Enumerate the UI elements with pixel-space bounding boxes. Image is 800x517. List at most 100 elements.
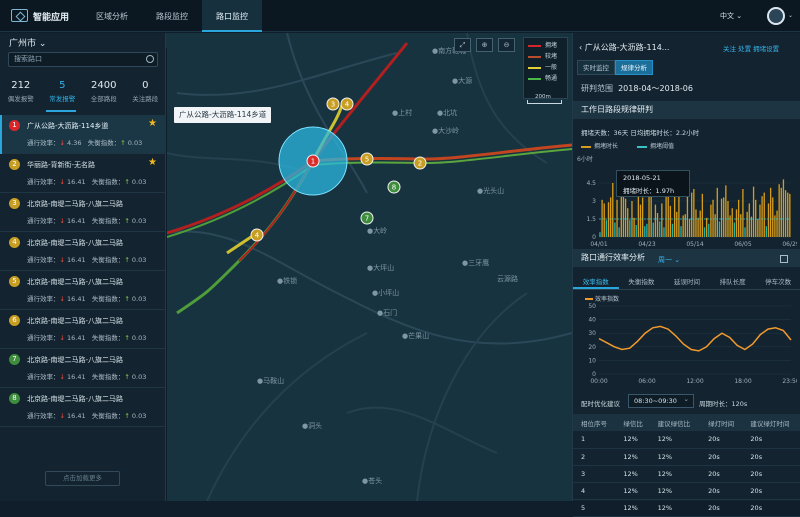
map-place-label: ●大岭 <box>367 226 387 235</box>
bar <box>701 193 704 237</box>
bar <box>723 197 725 237</box>
map-marker-5[interactable]: 5 <box>360 152 374 166</box>
bar <box>667 191 669 237</box>
bar <box>780 187 782 237</box>
bar <box>663 227 665 237</box>
tab-pattern[interactable]: 规律分析 <box>615 60 653 75</box>
weekday-select[interactable]: 周一 ⌄ <box>658 255 680 265</box>
tab-delay[interactable]: 延误时间 <box>664 274 710 289</box>
tab-efficiency[interactable]: 效率指数 <box>573 274 619 289</box>
map-place-label: 云源路 <box>497 274 518 283</box>
tab-queue[interactable]: 排队长度 <box>710 274 756 289</box>
map-marker-4[interactable]: 4 <box>340 97 354 111</box>
legend-label: 较堵 <box>545 53 558 60</box>
bar <box>659 221 661 237</box>
bar <box>688 219 691 237</box>
nav-intersection-monitor[interactable]: 路口监控 <box>202 0 262 32</box>
imbalance-label: 失衡指数： <box>87 139 121 147</box>
bar <box>680 226 682 237</box>
bar <box>678 195 680 237</box>
tab-imbalance[interactable]: 失衡指数 <box>619 274 665 289</box>
table-cell: 12% <box>615 482 650 500</box>
favorite-star-icon[interactable]: ★ <box>148 157 157 168</box>
bar <box>650 196 652 237</box>
stat-label: 偶发报警 <box>7 95 34 103</box>
bar <box>755 199 757 237</box>
bar <box>612 183 614 237</box>
stat-followed[interactable]: 0 关注路段 <box>125 80 167 110</box>
panel-title-text: 广从公路-大沥路-114... <box>584 43 670 52</box>
bar <box>620 195 622 237</box>
range-value: 2018-04～2018-06 <box>618 84 693 93</box>
map-tools: ⤢ ⊕ ⊖ <box>454 38 515 52</box>
map-view[interactable]: ●南方鞋城 ●大源 ●上村 ●北坑 ●大沙岭 ●光头山 ●大坪山 ●小坪山 ●石门 云源路 ●三牙鹰… <box>167 33 572 501</box>
imbalance-label: 失衡指数： <box>91 373 125 381</box>
map-marker-3[interactable]: 3 <box>326 97 340 111</box>
load-more-button[interactable]: 点击加载更多 <box>45 471 120 486</box>
imbalance-label: 失衡指数： <box>91 217 125 225</box>
arrow-up-icon: ↑ <box>124 178 130 186</box>
tab-stops[interactable]: 停车次数 <box>755 274 800 289</box>
map-marker-1[interactable]: 1 <box>306 154 320 168</box>
tab-realtime[interactable]: 实时监控 <box>577 60 615 75</box>
search-icon[interactable] <box>146 55 154 63</box>
list-item[interactable]: 4 北京路-南堤二马路-八旗二马路 通行效率：↓ 16.41 失衡指数：↑ 0.… <box>0 232 166 271</box>
table-row: 2 12% 12% 20s 20s <box>573 448 800 466</box>
active-tab-indicator <box>46 110 76 112</box>
search-input[interactable]: 搜索路口 <box>8 52 158 67</box>
legend-label: 拥堵时长 <box>594 143 619 150</box>
table-cell: 12% <box>649 431 701 449</box>
list-item[interactable]: 3 北京路-南堤二马路-八旗二马路 通行效率：↓ 16.41 失衡指数：↑ 0.… <box>0 193 166 232</box>
map-marker-4[interactable]: 4 <box>250 228 264 242</box>
map-marker-8[interactable]: 8 <box>387 180 401 194</box>
rank-badge: 3 <box>9 198 20 209</box>
x-tick-label: 05/14 <box>686 241 703 248</box>
bar <box>748 203 750 237</box>
stat-frequent[interactable]: 5 常发报警 <box>42 80 84 110</box>
bar <box>744 227 746 237</box>
y-tick-label: 4.5 <box>586 180 596 187</box>
nav-region-analysis[interactable]: 区域分析 <box>82 0 142 32</box>
list-item[interactable]: 6 北京路-南堤二马路-八旗二马路 通行效率：↓ 16.41 失衡指数：↑ 0.… <box>0 310 166 349</box>
time-range-select[interactable]: 08:30~09:30 <box>628 393 694 408</box>
stat-label: 关注路段 <box>132 95 159 103</box>
table-row: 1 12% 12% 20s 20s <box>573 431 800 449</box>
svg-text:2: 2 <box>418 160 422 168</box>
stat-all-roads[interactable]: 2400 全部路段 <box>83 80 125 110</box>
map-marker-7[interactable]: 7 <box>360 211 374 225</box>
expand-icon[interactable] <box>780 255 788 263</box>
fullscreen-icon[interactable]: ⤢ <box>454 38 471 52</box>
nav-road-monitor[interactable]: 路段监控 <box>142 0 202 32</box>
zoom-out-icon[interactable]: ⊖ <box>498 38 515 52</box>
chevron-down-icon[interactable]: ⌄ <box>788 12 793 19</box>
language-select[interactable]: 中文 ⌄ <box>720 11 742 21</box>
y-tick-label: 0 <box>592 234 596 241</box>
list-item[interactable]: 1 广从公路-大沥路-114乡道 ★ 通行效率：↓ 4.36 失衡指数：↑ 0.… <box>0 115 166 154</box>
map-canvas[interactable]: ●南方鞋城●大源●上村 ●北坑●大沙岭●光头山●大坪山●小坪山●石门云源路●三牙鹰… <box>167 33 572 501</box>
city-selector[interactable]: 广州市 ⌄ <box>9 36 46 49</box>
section-efficiency-title: 路口通行效率分析 <box>573 249 800 267</box>
map-marker-2[interactable]: 2 <box>413 156 427 170</box>
list-item[interactable]: 5 北京路-南堤二马路-八旗二马路 通行效率：↓ 16.41 失衡指数：↑ 0.… <box>0 271 166 310</box>
list-item[interactable]: 2 华丽路-背新街-无名路 ★ 通行效率：↓ 16.41 失衡指数：↑ 0.03 <box>0 154 166 193</box>
favorite-star-icon[interactable]: ★ <box>148 118 157 129</box>
bar <box>784 190 787 237</box>
intersection-name: 广从公路-大沥路-114乡道 <box>27 122 109 130</box>
panel-actions[interactable]: 关注 处置 拥堵设置 <box>723 43 779 53</box>
bar <box>599 232 601 237</box>
list-item[interactable]: 8 北京路-南堤二马路-八旗二马路 通行效率：↓ 16.41 失衡指数：↑ 0.… <box>0 388 166 427</box>
section-title-text: 路口通行效率分析 <box>581 253 645 262</box>
avatar[interactable] <box>767 7 785 25</box>
map-place-label: ●上村 <box>392 108 412 117</box>
bar <box>641 197 644 237</box>
bar <box>635 225 637 237</box>
zoom-in-icon[interactable]: ⊕ <box>476 38 493 52</box>
arrow-up-icon: ↑ <box>124 217 130 225</box>
imbalance-value: 0.03 <box>131 178 147 186</box>
app-title: 智能应用 <box>33 13 70 23</box>
list-item[interactable]: 7 北京路-南堤二马路-八旗二马路 通行效率：↓ 16.41 失衡指数：↑ 0.… <box>0 349 166 388</box>
y-tick-label: 1.5 <box>586 216 596 223</box>
stat-occasional[interactable]: 212 偶发报警 <box>0 80 42 110</box>
y-tick-label: 20 <box>588 344 596 351</box>
arrow-up-icon: ↑ <box>124 295 130 303</box>
